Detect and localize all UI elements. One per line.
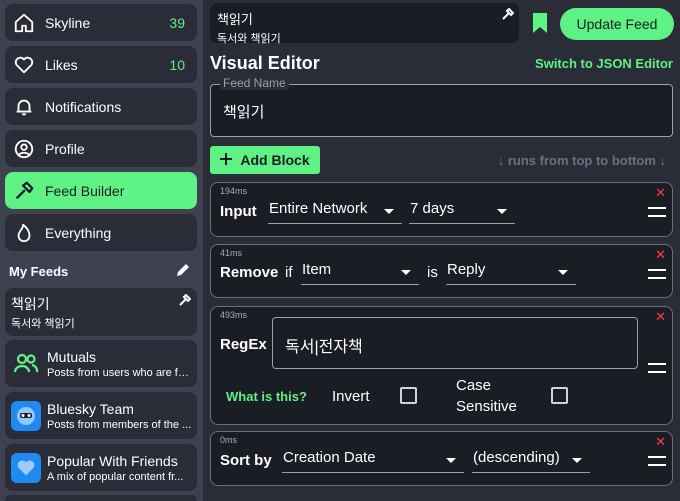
- feed-name: Bluesky Team: [47, 401, 134, 417]
- heart-icon: [11, 52, 37, 78]
- feed-name-label: Feed Name: [220, 76, 289, 90]
- sidebar-item-notifications[interactable]: Notifications: [5, 88, 197, 125]
- user-circle-icon: [11, 136, 37, 162]
- hammer-icon: [11, 178, 37, 204]
- feed-desc: 독서와 책읽기: [11, 318, 75, 330]
- pencil-icon[interactable]: [175, 262, 191, 278]
- remove-value-select[interactable]: Reply: [446, 261, 576, 285]
- tools-icon: [502, 7, 515, 20]
- plus-icon: [220, 152, 233, 168]
- add-block-button[interactable]: Add Block: [210, 146, 320, 174]
- close-icon[interactable]: ✕: [655, 185, 666, 201]
- feed-item-bluesky-team[interactable]: Bluesky Team Posts from members of the .…: [5, 392, 197, 439]
- feed-name: Mutuals: [47, 349, 97, 365]
- close-icon[interactable]: ✕: [655, 309, 666, 325]
- sort-field-select[interactable]: Creation Date: [282, 449, 464, 473]
- case-label-line2: Sensitive: [456, 398, 517, 415]
- chevron-down-icon: [558, 270, 568, 275]
- chevron-down-icon: [384, 209, 394, 214]
- feed-editor: 책읽기 독서와 책읽기 Update Feed Visual Editor Sw…: [203, 0, 680, 501]
- sidebar-item-label: Notifications: [45, 98, 122, 115]
- feed-desc: A mix of popular content fr...: [47, 471, 184, 483]
- feed-description: 독서와 책읽기: [217, 33, 281, 45]
- tools-icon: [179, 293, 192, 311]
- what-is-this-link[interactable]: What is this?: [226, 389, 307, 404]
- regex-pattern: 독서|전자책: [285, 339, 363, 356]
- input-range-select[interactable]: 7 days: [409, 200, 515, 224]
- drag-handle-icon[interactable]: [648, 207, 666, 217]
- sidebar-item-label: Likes: [45, 56, 78, 73]
- block-name: Remove: [220, 264, 279, 281]
- sidebar-item-everything[interactable]: Everything: [5, 214, 197, 251]
- unread-count: 39: [169, 14, 185, 31]
- feed-title: 책읽기: [217, 12, 253, 27]
- block-timing: 41ms: [220, 248, 243, 258]
- feed-desc: Posts from users who are fo...: [47, 367, 193, 379]
- block-timing: 194ms: [220, 186, 248, 196]
- if-label: if: [285, 264, 293, 281]
- invert-label: Invert: [332, 388, 370, 405]
- feed-name-value: 책읽기: [223, 104, 265, 121]
- runs-hint: ↓ runs from top to bottom ↓: [497, 153, 666, 168]
- block-name: Sort by: [220, 452, 272, 469]
- feed-item-mutuals[interactable]: Mutuals Posts from users who are fo...: [5, 340, 197, 387]
- sidebar: Skyline 39 Likes 10 Notifications Profil…: [0, 0, 203, 501]
- sidebar-item-label: Feed Builder: [45, 182, 125, 199]
- is-label: is: [427, 264, 438, 281]
- sidebar-item-feed-builder[interactable]: Feed Builder: [5, 172, 197, 209]
- sort-block: 0ms ✕ Sort by Creation Date (descending): [210, 431, 673, 486]
- switch-to-json-link[interactable]: Switch to JSON Editor: [535, 56, 673, 71]
- sidebar-item-skyline[interactable]: Skyline 39: [5, 4, 197, 41]
- feed-name: 책읽기: [11, 296, 50, 312]
- bluesky-team-avatar: [11, 401, 41, 431]
- block-name: RegEx: [220, 336, 267, 353]
- my-feeds-title: My Feeds: [9, 264, 69, 279]
- flame-icon: [11, 220, 37, 246]
- drag-handle-icon[interactable]: [648, 363, 666, 373]
- sidebar-item-label: Skyline: [45, 14, 91, 31]
- add-block-label: Add Block: [240, 152, 310, 168]
- feed-item-popular-with-friends[interactable]: Popular With Friends A mix of popular co…: [5, 444, 197, 491]
- case-sensitive-checkbox[interactable]: [551, 387, 568, 404]
- sidebar-item-likes[interactable]: Likes 10: [5, 46, 197, 83]
- close-icon[interactable]: ✕: [655, 247, 666, 263]
- feed-name-field[interactable]: Feed Name 책읽기: [210, 76, 673, 137]
- bell-icon: [11, 94, 37, 120]
- regex-input[interactable]: 독서|전자책: [272, 317, 638, 369]
- remove-field-select[interactable]: Item: [301, 261, 419, 285]
- block-timing: 493ms: [220, 310, 248, 320]
- feed-desc: Posts from members of the ...: [47, 419, 192, 431]
- chevron-down-icon: [401, 270, 411, 275]
- bookmark-icon[interactable]: [533, 13, 547, 33]
- sidebar-item-label: Profile: [45, 140, 85, 157]
- chevron-down-icon: [572, 458, 582, 463]
- input-source-select[interactable]: Entire Network: [268, 200, 402, 224]
- home-icon: [11, 10, 37, 36]
- regex-block: 493ms ✕ RegEx 독서|전자책 What is this? Inver…: [210, 306, 673, 425]
- editor-title: Visual Editor: [210, 53, 320, 73]
- invert-checkbox[interactable]: [400, 387, 417, 404]
- users-icon: [11, 348, 41, 378]
- remove-block: 41ms ✕ Remove if Item is Reply: [210, 244, 673, 298]
- sidebar-item-label: Everything: [45, 224, 112, 241]
- likes-count: 10: [169, 56, 185, 73]
- feed-header-card: 책읽기 독서와 책읽기: [210, 3, 519, 45]
- heart-icon: [11, 453, 41, 483]
- update-feed-button[interactable]: Update Feed: [560, 8, 674, 40]
- close-icon[interactable]: ✕: [655, 434, 666, 450]
- feed-item-chaekilgi[interactable]: 책읽기 독서와 책읽기: [5, 288, 197, 336]
- block-name: Input: [220, 203, 257, 220]
- case-label-line1: Case: [456, 377, 492, 394]
- feed-item-partial[interactable]: [5, 495, 197, 501]
- input-block: 194ms ✕ Input Entire Network 7 days: [210, 182, 673, 237]
- drag-handle-icon[interactable]: [648, 456, 666, 466]
- sidebar-item-profile[interactable]: Profile: [5, 130, 197, 167]
- chevron-down-icon: [446, 458, 456, 463]
- sort-order-select[interactable]: (descending): [472, 449, 590, 473]
- block-timing: 0ms: [220, 435, 238, 445]
- drag-handle-icon[interactable]: [648, 269, 666, 279]
- chevron-down-icon: [497, 209, 507, 214]
- feed-name: Popular With Friends: [47, 453, 178, 469]
